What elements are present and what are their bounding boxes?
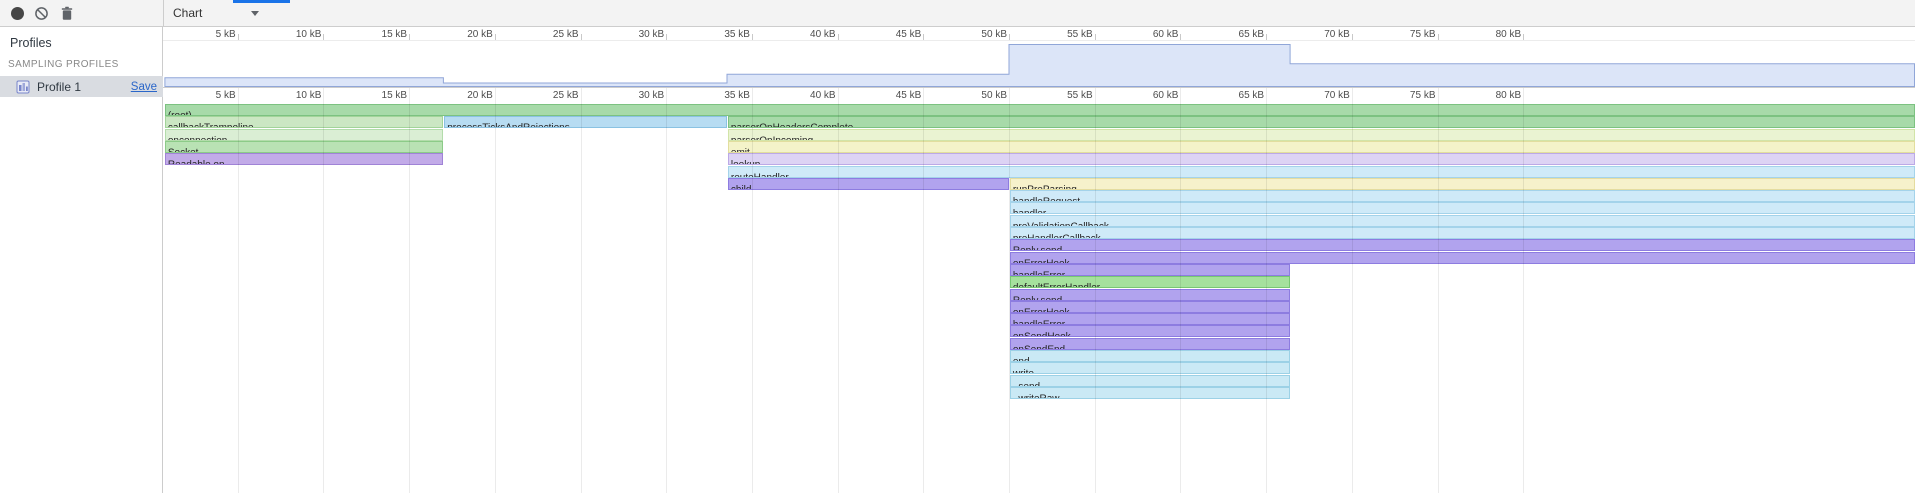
clear-profiles-button[interactable] <box>30 2 52 24</box>
chevron-down-icon <box>251 11 259 16</box>
profile-name: Profile 1 <box>37 80 81 94</box>
trash-icon <box>60 6 74 21</box>
ruler-tick <box>1009 34 1010 40</box>
delete-profile-button[interactable] <box>56 2 78 24</box>
sampling-profiles-header: SAMPLING PROFILES <box>8 59 119 70</box>
profiler-toolbar: Chart <box>0 0 1915 27</box>
ruler-tick <box>238 34 239 40</box>
flame-frame[interactable]: parserOnIncoming <box>728 129 1915 141</box>
flame-frame[interactable]: parserOnHeadersComplete <box>728 116 1915 128</box>
flame-frame[interactable]: runPreParsing <box>1010 178 1915 190</box>
flame-frame[interactable]: onSendEnd <box>1010 338 1290 350</box>
flame-frame[interactable]: callbackTrampoline <box>165 116 444 128</box>
flame-frame[interactable]: emit <box>728 141 1915 153</box>
ruler-tick <box>1180 34 1181 40</box>
flame-frame[interactable]: _writeRaw <box>1010 387 1290 399</box>
divider <box>163 40 1915 41</box>
ruler-tick <box>1095 34 1096 40</box>
ruler-tick <box>323 34 324 40</box>
chart-view-select-value: Chart <box>173 6 202 20</box>
save-profile-link[interactable]: Save <box>131 81 157 93</box>
flame-frame[interactable]: preHandlerCallback <box>1010 227 1915 239</box>
flame-frame[interactable]: onconnection <box>165 129 444 141</box>
ruler-tick <box>1266 34 1267 40</box>
flame-frame[interactable]: handleError <box>1010 313 1290 325</box>
flame-frame[interactable]: handleRequest <box>1010 190 1915 202</box>
profile-icon <box>16 80 30 94</box>
chart-ruler <box>163 88 1915 103</box>
flame-frame-label: onSendEnd <box>1011 345 1065 350</box>
ruler-tick <box>409 34 410 40</box>
chart-view-select[interactable]: Chart <box>167 3 267 23</box>
clear-icon <box>34 6 49 21</box>
gridline <box>495 88 496 493</box>
gridline <box>666 88 667 493</box>
record-icon <box>11 7 24 20</box>
ruler-tick <box>752 34 753 40</box>
flame-frame-label: defaultErrorHandler <box>1011 284 1100 289</box>
flame-frame-label: Readable.on <box>166 161 225 166</box>
flame-frame[interactable]: defaultErrorHandler <box>1010 276 1290 288</box>
flame-frame[interactable]: lookup <box>728 153 1915 165</box>
record-button[interactable] <box>6 2 28 24</box>
flame-frame[interactable]: Readable.on <box>165 153 444 165</box>
flame-frame[interactable]: write_ <box>1010 362 1290 374</box>
flame-frame[interactable]: onSendHook <box>1010 325 1290 337</box>
flame-frame[interactable]: onErrorHook <box>1010 301 1290 313</box>
flame-frame[interactable]: onErrorHook <box>1010 252 1915 264</box>
flame-frame[interactable]: Reply.send <box>1010 239 1915 251</box>
ruler-tick <box>1523 34 1524 40</box>
flame-chart: 5 kB5 kB10 kB10 kB15 kB15 kB20 kB20 kB25… <box>0 0 1915 493</box>
flame-frame-label: lookup <box>729 161 760 166</box>
flame-frame[interactable]: Socket <box>165 141 444 153</box>
profile-item[interactable]: Profile 1 Save <box>0 76 163 97</box>
ruler-tick <box>838 34 839 40</box>
sidebar-title: Profiles <box>10 36 52 50</box>
ruler-tick <box>1438 34 1439 40</box>
overview-graph[interactable] <box>0 40 1915 88</box>
flame-frame-label: _writeRaw <box>1011 394 1060 399</box>
flame-frame-label: processTicksAndRejections <box>445 124 569 129</box>
toolbar-divider <box>163 0 164 26</box>
devtools-profiler-panel: 5 kB5 kB10 kB10 kB15 kB15 kB20 kB20 kB25… <box>0 0 1915 493</box>
ruler-tick <box>1352 34 1353 40</box>
flame-frame[interactable]: end <box>1010 350 1290 362</box>
overview-skyline <box>165 45 1915 87</box>
ruler-tick <box>666 34 667 40</box>
profiles-sidebar: Profiles SAMPLING PROFILES Profile 1 Sav… <box>0 27 163 493</box>
flame-frame[interactable]: _send <box>1010 375 1290 387</box>
flame-frame-label: preValidationCallback <box>1011 222 1109 227</box>
ruler-tick <box>495 34 496 40</box>
ruler-tick <box>581 34 582 40</box>
flame-frame[interactable]: (root) <box>165 104 1915 116</box>
flame-frame[interactable]: processTicksAndRejections <box>444 116 727 128</box>
flame-frame[interactable]: handler <box>1010 202 1915 214</box>
top-accent-line <box>233 0 290 3</box>
flame-frame[interactable]: routeHandler <box>728 166 1915 178</box>
ruler-tick <box>923 34 924 40</box>
gridline <box>581 88 582 493</box>
overview-ruler <box>163 27 1915 40</box>
flame-frame[interactable]: preValidationCallback <box>1010 215 1915 227</box>
flame-frame[interactable]: handleError <box>1010 264 1290 276</box>
flame-frame-label: child <box>729 185 752 190</box>
flame-frame[interactable]: Reply.send <box>1010 289 1290 301</box>
flame-frame[interactable]: child <box>728 178 1009 190</box>
